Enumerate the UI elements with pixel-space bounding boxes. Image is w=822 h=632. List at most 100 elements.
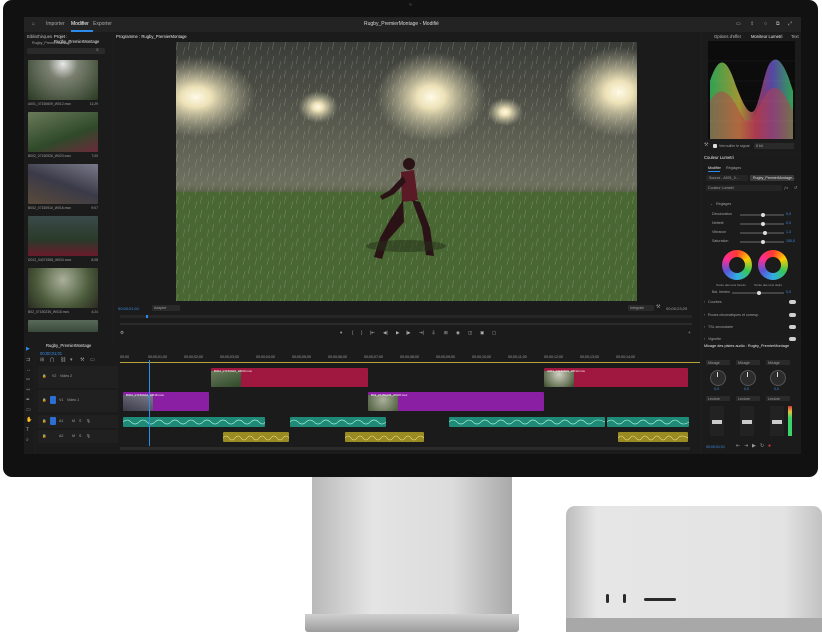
compare-icon[interactable]: ◫ [468,330,472,336]
fader-handle[interactable] [772,420,782,424]
clip-thumbnail[interactable] [28,320,98,332]
settings-icon[interactable]: ⚙ [120,330,124,336]
fx-icon[interactable]: ƒx [784,185,788,190]
step-forward-icon[interactable]: |▶ [406,330,411,336]
playback-scrubber[interactable] [120,315,692,318]
clip-thumbnail[interactable] [28,112,98,152]
tab-exporter[interactable]: Exporter [93,21,112,27]
automation-mode-dropdown[interactable]: Lecture [706,396,730,401]
go-to-out-icon[interactable]: ⇥| [419,330,424,336]
razor-tool-icon[interactable]: ✂ [26,378,30,383]
timeline-timecode[interactable]: 00;00;01;01 [40,351,62,356]
automation-mode-dropdown[interactable]: Lecture [736,396,760,401]
balance-slider[interactable] [732,290,784,295]
selection-tool-icon[interactable]: ▶ [26,347,30,352]
step-back-icon[interactable]: ◀| [383,330,388,336]
captions-icon[interactable]: ▭ [90,358,95,363]
type-tool-icon[interactable]: T [26,428,29,433]
fader-track[interactable] [710,406,724,436]
play-icon[interactable]: ▶ [396,330,399,336]
mute-button[interactable]: M [72,434,75,438]
balance-value[interactable]: 0,0 [786,290,791,294]
fit-dropdown[interactable]: Adapter [152,305,180,311]
add-button-icon[interactable]: + [688,330,691,335]
zoom-scrollbar[interactable] [120,323,692,325]
slider-handle[interactable] [761,212,765,217]
audio-clip-a1[interactable] [449,417,605,427]
vr-icon[interactable]: ▣ [480,330,484,336]
tab-text[interactable]: Text [791,34,799,39]
tab-lumetri-scopes[interactable]: Moniteur Lumetri [751,34,782,39]
search-icon[interactable]: ⌕ [96,48,99,53]
sequence-name[interactable]: Rugby_PremierMontage [46,343,91,348]
clip-thumbnail[interactable] [28,60,98,100]
quality-dropdown[interactable]: Intégrale [628,305,654,311]
fader-handle[interactable] [712,420,722,424]
source-patch[interactable] [50,417,56,425]
marker-icon[interactable]: ▾ [340,330,342,336]
clamp-signal-checkbox[interactable] [713,144,717,148]
share-icon[interactable]: ⧉ [776,21,780,27]
pan-knob[interactable] [770,370,786,386]
tab-importer[interactable]: Importer [46,21,65,27]
fader-track[interactable] [770,406,784,436]
safe-margins-icon[interactable]: ▢ [492,330,496,336]
tab-modify[interactable]: Modifier [708,166,721,170]
decoloration-slider[interactable] [740,212,784,217]
linked-selection-icon[interactable]: ⛓ [60,358,66,363]
track-select-tool-icon[interactable]: ⇉ [26,358,30,363]
scope-settings-icon[interactable]: ⚒ [704,143,708,148]
tab-modifier[interactable]: Modifier [71,21,89,27]
playhead-marker[interactable] [146,315,148,318]
clip-thumbnail[interactable] [28,164,98,204]
section-toggle[interactable] [789,313,796,317]
snap-icon[interactable]: ⋂ [50,358,54,363]
mixer-timecode[interactable]: 00;00;01;01 [706,445,725,449]
wrench-icon[interactable]: ⚒ [656,305,660,310]
section-toggle[interactable] [789,300,796,304]
slider-handle[interactable] [761,239,765,244]
track-id[interactable]: A1 [59,419,63,423]
work-area-bar[interactable] [120,362,700,363]
pan-knob[interactable] [710,370,726,386]
nest-icon[interactable]: ⊞ [40,358,44,363]
timeline-clip-v1[interactable]: B002_07150910_W016.mov [123,392,209,411]
highlight-tint-wheel[interactable] [758,250,788,280]
camera-icon[interactable]: ◉ [456,330,460,336]
vibrance-slider[interactable] [740,230,784,235]
add-marker-icon[interactable]: ▾ [70,358,73,363]
slider-handle[interactable] [761,221,765,226]
pan-knob[interactable] [740,370,756,386]
program-viewer[interactable] [176,42,637,301]
mute-button[interactable]: M [72,419,75,423]
solo-button[interactable]: S [79,419,81,423]
timeline-clip-v2[interactable]: B002_07150926_W023.mov [211,368,368,387]
audio-clip-a1[interactable] [123,417,265,427]
lock-icon[interactable]: 🔒 [42,419,46,423]
pen-tool-icon[interactable]: ✒ [26,398,30,403]
microphone-icon[interactable]: 🎙 [86,419,91,423]
tab-bibliotheques[interactable]: Bibliothèques [27,34,52,39]
section-toggle[interactable] [789,337,796,341]
reset-icon[interactable]: ↺ [794,185,797,190]
solo-button[interactable]: S [79,434,81,438]
slip-tool-icon[interactable]: ⇿ [26,388,30,393]
lock-icon[interactable]: 🔒 [42,398,46,402]
bit-depth-dropdown[interactable]: 8 bit [754,143,794,149]
timeline-clip-v1[interactable]: B02_07150235_W018.mov [368,392,544,411]
timeline-clip-v2[interactable]: A001_07150609_W012.mov [544,368,688,387]
mark-in-icon[interactable]: { [352,330,354,335]
audio-clip-a2[interactable] [345,432,424,442]
ripple-tool-icon[interactable]: ↔ [26,368,31,373]
source-patch[interactable] [50,396,56,404]
audio-clip-a2[interactable] [618,432,688,442]
sequence-clip-selector[interactable]: Rugby_PremierMontage... [750,175,795,181]
timeline-playhead[interactable] [149,360,150,446]
source-clip-selector[interactable]: Source - A001_0... [706,175,748,181]
hand-tool-icon[interactable]: ✋ [26,418,32,423]
mark-out-icon[interactable]: } [361,330,363,335]
project-search-input[interactable] [27,48,105,54]
saturation-slider[interactable] [740,239,784,244]
fader-track[interactable] [740,406,754,436]
overwrite-icon[interactable]: ⊞ [444,330,448,336]
